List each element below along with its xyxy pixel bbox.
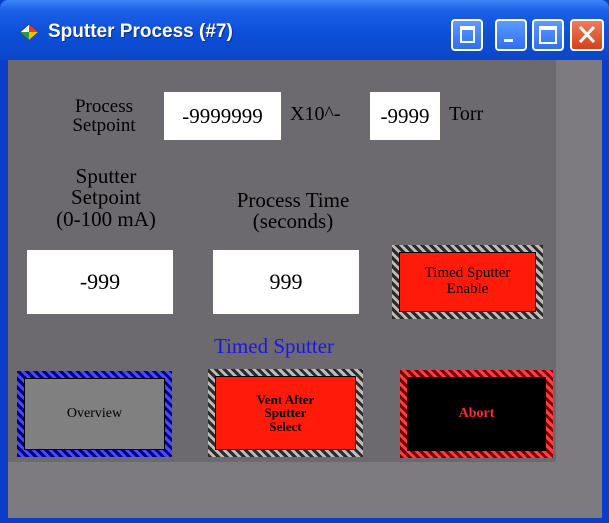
timed-sputter-enable-line1: Timed Sputter [424,265,511,282]
sputter-setpoint-field[interactable]: -999 [27,250,173,314]
sputter-setpoint-label: Sputter Setpoint (0-100 mA) [46,164,166,231]
vent-after-line1: Vent After [256,391,315,407]
vent-after-line3: Select [269,418,302,434]
minimize-button[interactable] [495,19,527,51]
overview-button[interactable]: Overview [17,371,172,457]
overview-button-label: Overview [24,378,165,450]
vent-after-sputter-select-button[interactable]: Vent After Sputter Select [208,369,363,457]
vent-after-line2: Sputter [264,405,307,421]
process-setpoint-label-line2: Setpoint [72,115,136,137]
maximize-icon [539,26,557,44]
multiplier-label: X10^- [290,103,341,125]
close-button[interactable] [570,19,604,51]
timed-sputter-enable-button[interactable]: Timed Sputter Enable [392,245,543,319]
process-time-label: Process Time (seconds) [218,188,368,234]
timed-sputter-enable-face: Timed Sputter Enable [399,252,536,312]
sputter-setpoint-label-line1: Sputter [75,164,137,188]
app-icon [19,23,39,41]
torr-unit-label: Torr [449,103,484,125]
vent-after-sputter-select-face: Vent After Sputter Select [215,376,356,450]
process-setpoint-label-line1: Process [74,96,134,117]
process-setpoint-exponent-field[interactable]: -9999 [370,92,440,140]
client-area: Process Setpoint -9999999 X10^- -9999 To… [8,60,602,518]
close-icon [578,25,596,44]
control-panel: Process Setpoint -9999999 X10^- -9999 To… [8,60,556,462]
window-title: Sputter Process (#7) [48,21,233,42]
process-time-label-line1: Process Time [236,188,350,212]
process-time-label-line2: (seconds) [252,209,334,234]
timed-sputter-section-label: Timed Sputter [214,334,334,358]
abort-button-label: Abort [407,377,546,451]
sputter-process-window: Sputter Process (#7) Process Setpoint -9… [0,0,609,523]
sputter-setpoint-label-line3: (0-100 mA) [56,206,156,231]
restore-window-icon [460,26,475,43]
minimize-icon [504,39,513,42]
process-time-field[interactable]: 999 [213,250,359,314]
timed-sputter-enable-line2: Enable [446,281,489,297]
sputter-setpoint-label-line2: Setpoint [70,185,141,210]
process-setpoint-label: Process Setpoint [60,97,148,136]
process-setpoint-mantissa-field[interactable]: -9999999 [164,92,281,140]
maximize-button[interactable] [532,19,564,51]
title-bar[interactable]: Sputter Process (#7) [0,0,609,60]
abort-button[interactable]: Abort [400,370,553,458]
restore-window-button[interactable] [451,19,483,51]
